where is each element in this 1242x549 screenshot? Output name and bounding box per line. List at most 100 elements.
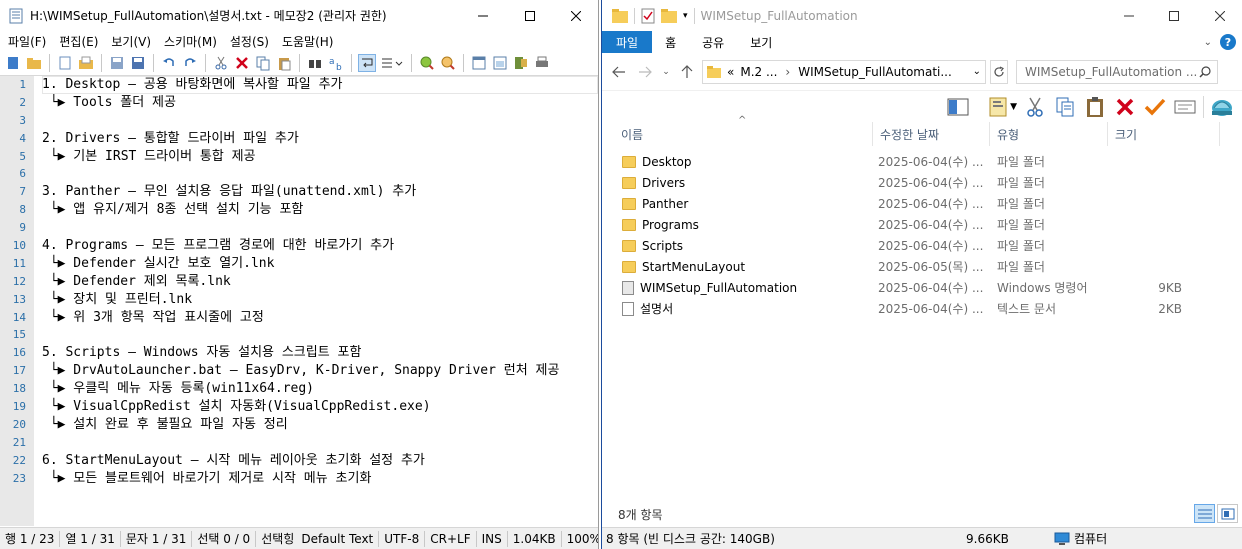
preview-pane-icon[interactable] — [946, 95, 970, 119]
text-line[interactable]: └▶ 장치 및 프린터.lnk — [42, 291, 598, 309]
file-row[interactable]: Programs 2025-06-04(수) ... 파일 폴더 — [602, 214, 1242, 235]
layout-dropdown-icon[interactable]: ▼ — [1010, 102, 1017, 112]
new-folder-qat-icon[interactable] — [661, 8, 677, 23]
text-line[interactable]: └▶ Tools 폴더 제공 — [42, 94, 598, 112]
menu-edit[interactable]: 편집(E) — [53, 33, 105, 50]
file-row[interactable]: Panther 2025-06-04(수) ... 파일 폴더 — [602, 193, 1242, 214]
status-eol[interactable]: CR+LF — [425, 530, 477, 547]
file-name-cell[interactable]: Programs — [602, 218, 854, 232]
refresh-button[interactable] — [990, 59, 1008, 84]
search-box[interactable]: WIMSetup_FullAutomation ... — [1016, 59, 1218, 84]
undo-icon[interactable] — [160, 54, 178, 72]
explorer-maximize-button[interactable] — [1151, 0, 1197, 31]
search-icon[interactable] — [1199, 65, 1211, 78]
address-dropdown-icon[interactable]: ⌄ — [969, 66, 985, 77]
address-bar[interactable]: « M.2 ... › WIMSetup_FullAutomati... ⌄ — [702, 59, 986, 84]
file-name-cell[interactable]: StartMenuLayout — [602, 260, 854, 274]
status-zoom[interactable]: 100% — [562, 531, 598, 547]
expand-ribbon-icon[interactable]: ⌄ — [1204, 31, 1220, 53]
file-name-cell[interactable]: 설명서 — [602, 300, 854, 317]
maximize-button[interactable] — [507, 0, 553, 31]
close-button[interactable] — [553, 0, 598, 31]
bookmark-list-icon[interactable] — [379, 54, 405, 72]
menu-scheme[interactable]: 스키마(M) — [158, 33, 224, 50]
back-button[interactable] — [608, 61, 630, 83]
column-header-name[interactable]: 이름 ^ — [602, 115, 873, 146]
file-name-cell[interactable]: Desktop — [602, 155, 854, 169]
redo-icon[interactable] — [181, 54, 199, 72]
editor-content[interactable]: 1. Desktop – 공용 바탕화면에 복사할 파일 추가 └▶ Tools… — [34, 76, 598, 526]
zoom-in-icon[interactable] — [418, 54, 436, 72]
file-row[interactable]: Drivers 2025-06-04(수) ... 파일 폴더 — [602, 172, 1242, 193]
status-scheme[interactable]: Default Text — [296, 530, 380, 547]
text-line[interactable]: └▶ 기본 IRST 드라이버 통합 제공 — [42, 148, 598, 166]
file-name-cell[interactable]: Scripts — [602, 239, 854, 253]
text-line[interactable]: 6. StartMenuLayout – 시작 메뉴 레이아웃 초기화 설정 추… — [42, 452, 598, 470]
delete-icon[interactable] — [1113, 95, 1137, 119]
copy-icon[interactable] — [1053, 95, 1077, 119]
menu-help[interactable]: 도움말(H) — [276, 33, 341, 50]
replace-icon[interactable]: ab — [327, 54, 345, 72]
save-icon[interactable] — [108, 54, 126, 72]
explorer-titlebar[interactable]: ▾ WIMSetup_FullAutomation — [602, 0, 1242, 31]
properties-icon[interactable] — [1173, 95, 1197, 119]
print-icon[interactable] — [533, 54, 551, 72]
explorer-minimize-button[interactable] — [1106, 0, 1152, 31]
address-crumb-drive[interactable]: M.2 ... — [740, 65, 777, 79]
text-line[interactable]: └▶ 설치 완료 후 불필요 파일 자동 정리 — [42, 416, 598, 434]
text-editor[interactable]: 1 2 3 4 5 6 7 8 9 10 11 12 13 14 15 16 17 18 19 20 21 22 23 1.… — [0, 76, 598, 526]
ribbon-tab-file[interactable]: 파일 — [602, 31, 653, 53]
scheme-icon[interactable] — [470, 54, 488, 72]
file-row[interactable]: WIMSetup_FullAutomation 2025-06-04(수) ...… — [602, 277, 1242, 298]
delete-icon[interactable] — [233, 54, 251, 72]
text-line[interactable]: └▶ 위 3개 항목 작업 표시줄에 고정 — [42, 309, 598, 327]
file-name-cell[interactable]: Drivers — [602, 176, 854, 190]
properties-qat-icon[interactable] — [641, 8, 655, 24]
layout-icon[interactable] — [988, 95, 1008, 119]
file-row[interactable]: StartMenuLayout 2025-06-05(목) ... 파일 폴더 — [602, 256, 1242, 277]
status-encoding[interactable]: UTF-8 — [379, 530, 426, 547]
paste-icon[interactable] — [1083, 95, 1107, 119]
text-line[interactable]: └▶ 모든 블로트웨어 바로가기 제거로 시작 메뉴 초기화 — [42, 470, 598, 488]
details-view-button[interactable] — [1194, 504, 1215, 523]
ribbon-tab-home[interactable]: 홈 — [652, 31, 689, 53]
minimize-button[interactable] — [460, 0, 506, 31]
text-line[interactable]: 2. Drivers – 통합할 드라이버 파일 추가 — [42, 130, 598, 148]
text-line[interactable]: └▶ 우클릭 메뉴 자동 등록(win11x64.reg) — [42, 380, 598, 398]
open-folder-icon[interactable] — [25, 54, 43, 72]
browse-icon[interactable] — [56, 54, 74, 72]
address-crumb-folder[interactable]: WIMSetup_FullAutomati... — [798, 65, 952, 79]
settings-icon[interactable] — [491, 54, 509, 72]
text-line[interactable]: 3. Panther – 무인 설치용 응답 파일(unattend.xml) … — [42, 183, 598, 201]
file-name-cell[interactable]: WIMSetup_FullAutomation — [602, 280, 854, 295]
help-icon[interactable]: ? — [1220, 34, 1236, 50]
address-overflow[interactable]: « — [727, 65, 734, 79]
column-header-size[interactable]: 크기 — [1108, 122, 1220, 146]
menu-settings[interactable]: 설정(S) — [224, 33, 276, 50]
shell-icon[interactable] — [1210, 95, 1234, 119]
file-name-cell[interactable]: Panther — [602, 197, 854, 211]
cut-icon[interactable] — [212, 54, 230, 72]
open-recent-icon[interactable] — [77, 54, 95, 72]
text-line[interactable] — [42, 112, 598, 130]
text-line[interactable]: └▶ Defender 실시간 보호 열기.lnk — [42, 255, 598, 273]
file-row[interactable]: 설명서 2025-06-04(수) ... 텍스트 문서 2KB — [602, 298, 1242, 319]
text-line[interactable] — [42, 326, 598, 344]
menu-file[interactable]: 파일(F) — [2, 33, 53, 50]
text-line[interactable] — [42, 219, 598, 237]
paste-icon[interactable] — [275, 54, 293, 72]
text-line[interactable]: └▶ Defender 제외 목록.lnk — [42, 273, 598, 291]
notepad-titlebar[interactable]: H:\WIMSetup_FullAutomation\설명서.txt - 메모장… — [0, 0, 598, 31]
status-ins[interactable]: INS — [477, 530, 508, 547]
qat-dropdown-icon[interactable]: ▾ — [683, 11, 688, 21]
rename-checkmark-icon[interactable] — [1143, 95, 1167, 119]
ribbon-tab-share[interactable]: 공유 — [689, 31, 737, 53]
text-line[interactable]: 1. Desktop – 공용 바탕화면에 복사할 파일 추가 — [42, 76, 598, 94]
text-line[interactable]: └▶ DrvAutoLauncher.bat – EasyDrv, K-Driv… — [42, 362, 598, 380]
exit-icon[interactable] — [512, 54, 530, 72]
column-header-type[interactable]: 유형 — [990, 122, 1108, 146]
address-separator[interactable]: › — [785, 65, 790, 79]
zoom-out-icon[interactable] — [439, 54, 457, 72]
word-wrap-icon[interactable] — [358, 54, 376, 72]
up-button[interactable] — [676, 61, 698, 83]
